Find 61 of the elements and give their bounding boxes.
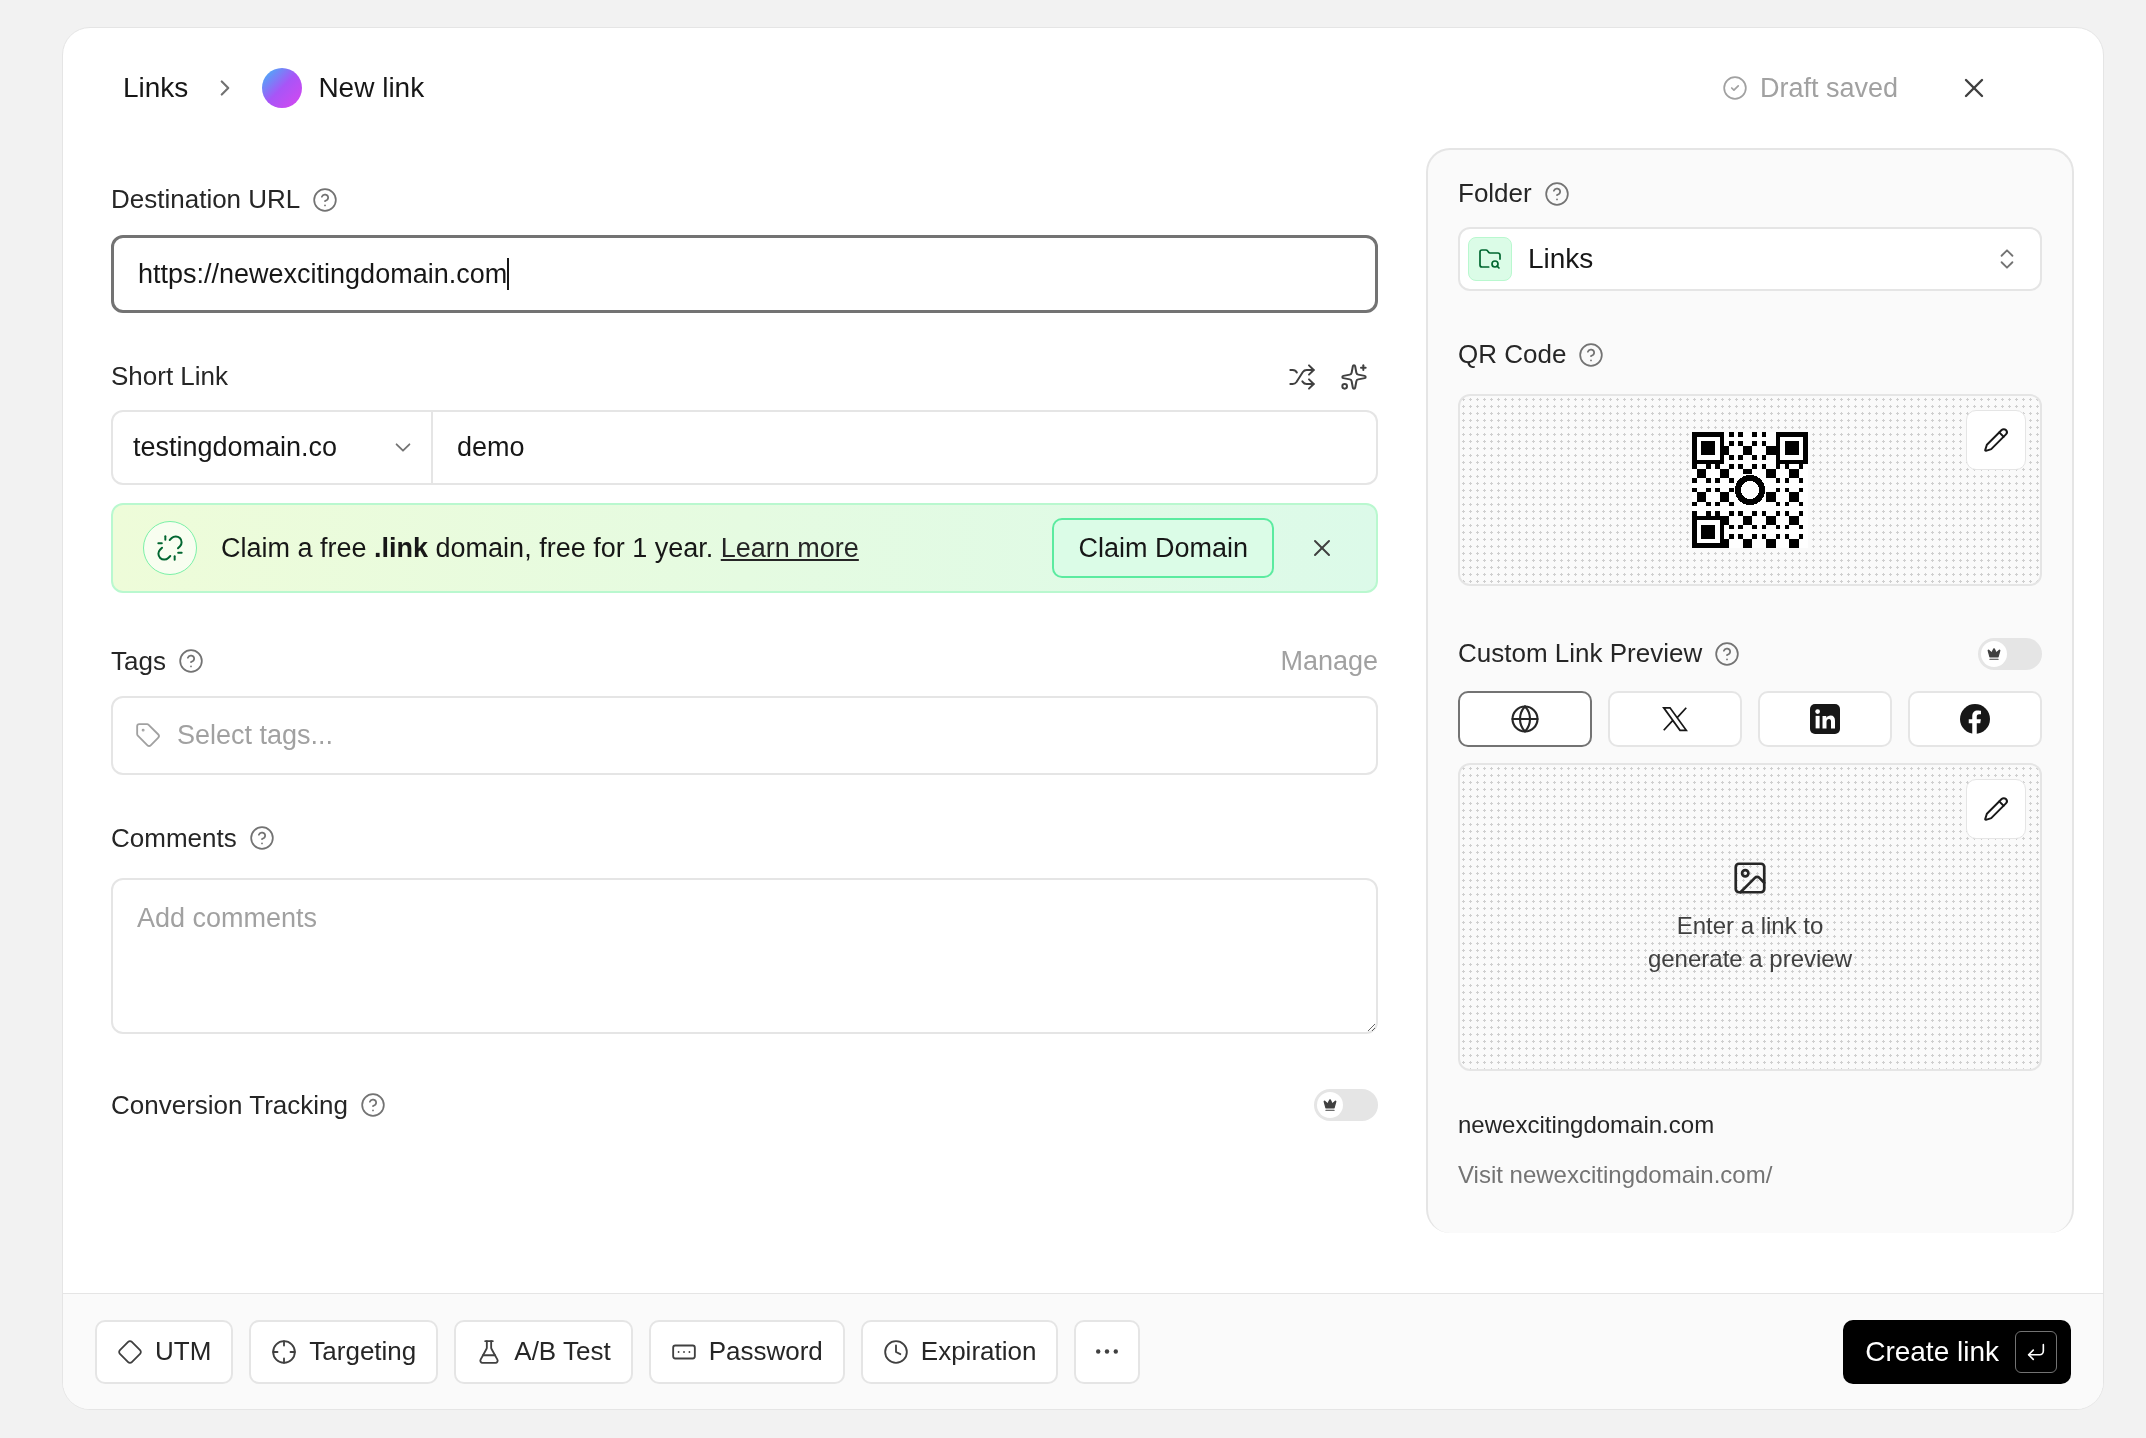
help-icon[interactable] [177,648,204,675]
preview-title: newexcitingdomain.com [1458,1110,1716,1140]
learn-more-link[interactable]: Learn more [720,532,859,563]
avatar [262,68,303,108]
promo-text: Claim a free .link domain, free for 1 year. Learn more [221,531,859,565]
folder-select[interactable]: Links [1458,227,2042,291]
preview-tab[interactable] [1458,691,1592,747]
option-button[interactable]: UTM [95,1319,234,1384]
diamond-icon [117,1338,143,1365]
check-circle-icon [1722,75,1748,102]
clock-icon [882,1338,909,1365]
breadcrumb-link[interactable]: Links [123,67,189,109]
more-icon [1096,1349,1119,1354]
tag-icon [135,722,161,748]
linkedin-icon [1810,704,1840,734]
help-icon[interactable] [360,1092,386,1118]
x-logo-icon [1660,704,1690,734]
field-label: Custom Link Preview [1458,637,1703,670]
field-label: Conversion Tracking [111,1088,348,1122]
shuffle-icon[interactable] [1288,362,1316,391]
page-title: New link [318,71,425,105]
field-label: Comments [111,821,237,855]
help-icon[interactable] [1543,180,1570,207]
url-input[interactable]: https://newexcitingdomain.com [111,235,1378,313]
chevron-down-icon [395,443,411,452]
image-icon [1731,859,1769,897]
domain-select[interactable]: testingdomain.co [111,410,433,485]
toggle-switch[interactable] [1314,1089,1378,1121]
pencil-icon [1983,796,2009,822]
option-button[interactable]: Password [648,1319,845,1384]
help-icon[interactable] [1578,341,1605,368]
edit-button[interactable] [1966,779,2026,839]
option-button[interactable]: Expiration [860,1319,1059,1384]
field-label: Folder [1458,177,1532,210]
facebook-icon [1960,704,1990,734]
help-icon[interactable] [1714,640,1741,667]
globe-icon [1510,704,1540,734]
option-button[interactable]: Targeting [249,1319,439,1384]
help-icon[interactable] [312,186,339,213]
pencil-icon [1983,427,2009,453]
crown-icon [1323,1098,1337,1112]
field-label: Tags [111,644,166,678]
field-label: Destination URL [111,183,301,216]
preview-description: Visit newexcitingdomain.com/ [1458,1160,1774,1190]
help-icon[interactable] [248,825,275,851]
crosshair-icon [271,1338,298,1365]
empty-preview-text: Enter a link to generate a preview [1646,911,1854,974]
comments-field[interactable]: Add comments [111,877,1378,1034]
folder-icon [1478,247,1502,271]
create-link-button[interactable]: Create link [1843,1319,2071,1384]
sparkles-icon[interactable] [1340,362,1368,391]
draft-status: Draft saved [1760,72,1899,105]
broken-link-icon [156,534,184,562]
edit-button[interactable] [1966,410,2026,470]
field-label: QR Code [1458,338,1567,371]
claim-domain-button[interactable]: Claim Domain [1052,518,1274,578]
option-button[interactable]: A/B Test [454,1319,633,1384]
crown-icon [1987,646,2001,661]
field-label: Short Link [111,360,229,393]
toggle-switch[interactable] [1978,637,2042,670]
short-key-input[interactable]: demo [433,410,1378,485]
